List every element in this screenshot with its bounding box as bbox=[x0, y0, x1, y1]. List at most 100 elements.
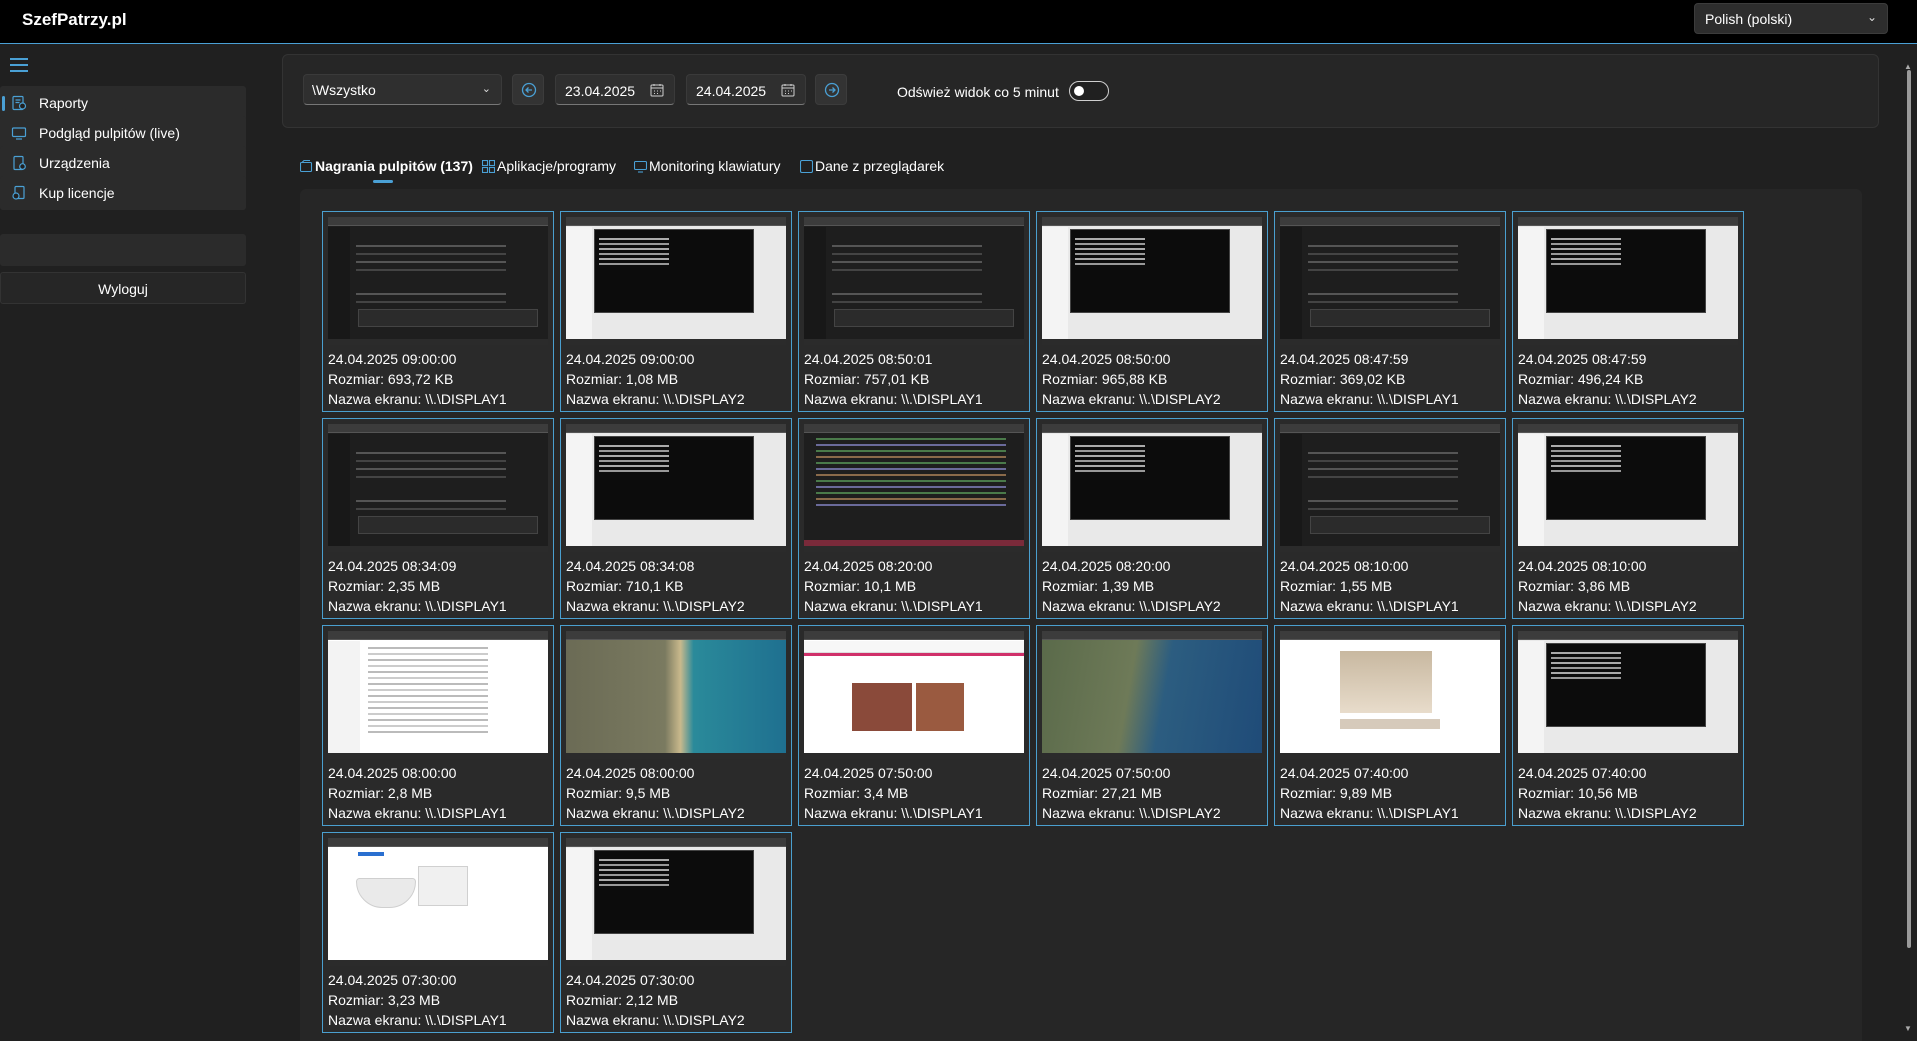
recording-thumbnail[interactable] bbox=[566, 217, 786, 345]
recording-thumbnail[interactable] bbox=[804, 424, 1024, 552]
recording-size: Rozmiar: 27,21 MB bbox=[1042, 785, 1162, 801]
sidebar-item-podglad[interactable]: Podgląd pulpitów (live) bbox=[0, 116, 246, 150]
recording-thumbnail[interactable] bbox=[804, 631, 1024, 759]
calendar-icon[interactable] bbox=[650, 83, 664, 97]
tab-label: Nagrania pulpitów (137) bbox=[315, 158, 473, 174]
recording-thumbnail[interactable] bbox=[804, 217, 1024, 345]
recording-thumbnail[interactable] bbox=[1518, 424, 1738, 552]
recording-time: 24.04.2025 08:10:00 bbox=[1280, 558, 1409, 574]
recording-card[interactable]: 24.04.2025 07:40:00 Rozmiar: 10,56 MB Nazw… bbox=[1512, 625, 1744, 826]
recording-thumbnail[interactable] bbox=[328, 424, 548, 552]
recording-card[interactable]: 24.04.2025 08:50:01 Rozmiar: 757,01 KB Naz… bbox=[798, 211, 1030, 412]
recording-screen-name: Nazwa ekranu: \\.\DISPLAY2 bbox=[1518, 598, 1697, 614]
recording-size: Rozmiar: 2,12 MB bbox=[566, 992, 679, 1008]
date-to-field[interactable]: 24.04.2025 bbox=[686, 74, 806, 105]
recording-screen-name: Nazwa ekranu: \\.\DISPLAY1 bbox=[328, 805, 507, 821]
recording-thumbnail[interactable] bbox=[1042, 631, 1262, 759]
recording-thumbnail[interactable] bbox=[1280, 217, 1500, 345]
recording-screen-name: Nazwa ekranu: \\.\DISPLAY1 bbox=[328, 1012, 507, 1028]
recording-meta: 24.04.2025 08:47:59 Rozmiar: 369,02 KB Naz… bbox=[1280, 349, 1459, 409]
recording-card[interactable]: 24.04.2025 08:10:00 Rozmiar: 1,55 MB Nazwa… bbox=[1274, 418, 1506, 619]
recording-screen-name: Nazwa ekranu: \\.\DISPLAY1 bbox=[804, 598, 983, 614]
recording-size: Rozmiar: 9,5 MB bbox=[566, 785, 671, 801]
tab-nagrania-pulpitow[interactable]: Nagrania pulpitów (137) bbox=[300, 158, 473, 174]
recording-meta: 24.04.2025 07:30:00 Rozmiar: 3,23 MB Nazwa… bbox=[328, 970, 507, 1030]
scroll-down-arrow-icon[interactable]: ▼ bbox=[1904, 1024, 1912, 1033]
recording-screen-name: Nazwa ekranu: \\.\DISPLAY1 bbox=[1280, 805, 1459, 821]
language-select[interactable]: Polish (polski) ⌄ bbox=[1694, 3, 1888, 34]
toggle-knob bbox=[1074, 86, 1084, 96]
recording-card[interactable]: 24.04.2025 09:00:00 Rozmiar: 1,08 MB Nazwa… bbox=[560, 211, 792, 412]
recording-time: 24.04.2025 08:10:00 bbox=[1518, 558, 1647, 574]
auto-refresh-toggle[interactable] bbox=[1069, 81, 1109, 101]
recording-thumbnail[interactable] bbox=[566, 631, 786, 759]
recording-size: Rozmiar: 757,01 KB bbox=[804, 371, 930, 387]
recording-meta: 24.04.2025 07:30:00 Rozmiar: 2,12 MB Nazwa… bbox=[566, 970, 745, 1030]
sidebar-item-urzadzenia[interactable]: Urządzenia bbox=[0, 146, 246, 180]
recording-meta: 24.04.2025 09:00:00 Rozmiar: 693,72 KB Naz… bbox=[328, 349, 507, 409]
recording-card[interactable]: 24.04.2025 09:00:00 Rozmiar: 693,72 KB Naz… bbox=[322, 211, 554, 412]
recording-thumbnail[interactable] bbox=[1518, 631, 1738, 759]
recording-card[interactable]: 24.04.2025 08:00:00 Rozmiar: 2,8 MB Nazwa … bbox=[322, 625, 554, 826]
logout-button[interactable]: Wyloguj bbox=[0, 272, 246, 304]
recording-thumbnail[interactable] bbox=[1280, 424, 1500, 552]
tab-aplikacje[interactable]: Aplikacje/programy bbox=[482, 158, 616, 174]
recording-thumbnail[interactable] bbox=[1042, 424, 1262, 552]
recording-size: Rozmiar: 1,08 MB bbox=[566, 371, 679, 387]
recording-thumbnail[interactable] bbox=[1518, 217, 1738, 345]
tab-dane-z-przegladarek[interactable]: Dane z przeglądarek bbox=[800, 158, 944, 174]
scrollbar-thumb[interactable] bbox=[1907, 70, 1911, 948]
recording-time: 24.04.2025 07:30:00 bbox=[328, 972, 457, 988]
browser-icon bbox=[800, 160, 813, 173]
recording-thumbnail[interactable] bbox=[1042, 217, 1262, 345]
recording-size: Rozmiar: 3,23 MB bbox=[328, 992, 441, 1008]
recording-size: Rozmiar: 1,39 MB bbox=[1042, 578, 1155, 594]
recording-time: 24.04.2025 09:00:00 bbox=[566, 351, 695, 367]
calendar-icon[interactable] bbox=[781, 83, 795, 97]
recording-screen-name: Nazwa ekranu: \\.\DISPLAY2 bbox=[566, 805, 745, 821]
tab-label: Monitoring klawiatury bbox=[649, 158, 781, 174]
recording-screen-name: Nazwa ekranu: \\.\DISPLAY1 bbox=[328, 391, 507, 407]
group-select[interactable]: \Wszystko ⌄ bbox=[303, 74, 502, 105]
chevron-down-icon: ⌄ bbox=[1866, 10, 1877, 24]
recording-thumbnail[interactable] bbox=[328, 217, 548, 345]
recording-time: 24.04.2025 08:00:00 bbox=[566, 765, 695, 781]
recording-screen-name: Nazwa ekranu: \\.\DISPLAY2 bbox=[1042, 598, 1221, 614]
recording-card[interactable]: 24.04.2025 07:40:00 Rozmiar: 9,89 MB Nazwa… bbox=[1274, 625, 1506, 826]
recording-card[interactable]: 24.04.2025 08:47:59 Rozmiar: 496,24 KB Naz… bbox=[1512, 211, 1744, 412]
hamburger-menu-icon[interactable] bbox=[10, 58, 28, 72]
recording-thumbnail[interactable] bbox=[328, 631, 548, 759]
recording-card[interactable]: 24.04.2025 08:50:00 Rozmiar: 965,88 KB Naz… bbox=[1036, 211, 1268, 412]
date-from-field[interactable]: 23.04.2025 bbox=[555, 74, 675, 105]
recording-card[interactable]: 24.04.2025 07:50:00 Rozmiar: 27,21 MB Nazw… bbox=[1036, 625, 1268, 826]
recording-card[interactable]: 24.04.2025 07:30:00 Rozmiar: 2,12 MB Nazwa… bbox=[560, 832, 792, 1033]
recording-card[interactable]: 24.04.2025 08:47:59 Rozmiar: 369,02 KB Naz… bbox=[1274, 211, 1506, 412]
next-date-button[interactable] bbox=[815, 74, 847, 105]
recording-card[interactable]: 24.04.2025 08:00:00 Rozmiar: 9,5 MB Nazwa … bbox=[560, 625, 792, 826]
sidebar-item-raporty[interactable]: Raporty bbox=[0, 86, 246, 120]
recording-card[interactable]: 24.04.2025 08:20:00 Rozmiar: 10,1 MB Nazwa… bbox=[798, 418, 1030, 619]
sidebar-item-kup-licencje[interactable]: Kup licencje bbox=[0, 176, 246, 210]
recording-thumbnail[interactable] bbox=[566, 424, 786, 552]
recording-thumbnail[interactable] bbox=[566, 838, 786, 966]
group-select-value: \Wszystko bbox=[312, 82, 376, 98]
recording-thumbnail[interactable] bbox=[328, 838, 548, 966]
recording-card[interactable]: 24.04.2025 08:34:09 Rozmiar: 2,35 MB Nazwa… bbox=[322, 418, 554, 619]
report-icon bbox=[12, 95, 27, 111]
sidebar-item-label: Kup licencje bbox=[39, 185, 115, 201]
tab-label: Dane z przeglądarek bbox=[815, 158, 945, 174]
recording-card[interactable]: 24.04.2025 08:20:00 Rozmiar: 1,39 MB Nazwa… bbox=[1036, 418, 1268, 619]
previous-date-button[interactable] bbox=[512, 74, 544, 105]
tab-monitoring-klawiatury[interactable]: Monitoring klawiatury bbox=[634, 158, 781, 174]
recording-card[interactable]: 24.04.2025 08:34:08 Rozmiar: 710,1 KB Nazw… bbox=[560, 418, 792, 619]
language-selected-value: Polish (polski) bbox=[1705, 11, 1793, 27]
recording-card[interactable]: 24.04.2025 07:30:00 Rozmiar: 3,23 MB Nazwa… bbox=[322, 832, 554, 1033]
brand-logo[interactable]: SzefPatrzy.pl bbox=[22, 10, 127, 30]
recording-meta: 24.04.2025 07:50:00 Rozmiar: 3,4 MB Nazwa … bbox=[804, 763, 983, 823]
recording-card[interactable]: 24.04.2025 07:50:00 Rozmiar: 3,4 MB Nazwa … bbox=[798, 625, 1030, 826]
chevron-down-icon: ⌄ bbox=[481, 83, 491, 95]
recording-thumbnail[interactable] bbox=[1280, 631, 1500, 759]
recording-size: Rozmiar: 9,89 MB bbox=[1280, 785, 1393, 801]
recording-size: Rozmiar: 1,55 MB bbox=[1280, 578, 1393, 594]
recording-card[interactable]: 24.04.2025 08:10:00 Rozmiar: 3,86 MB Nazwa… bbox=[1512, 418, 1744, 619]
